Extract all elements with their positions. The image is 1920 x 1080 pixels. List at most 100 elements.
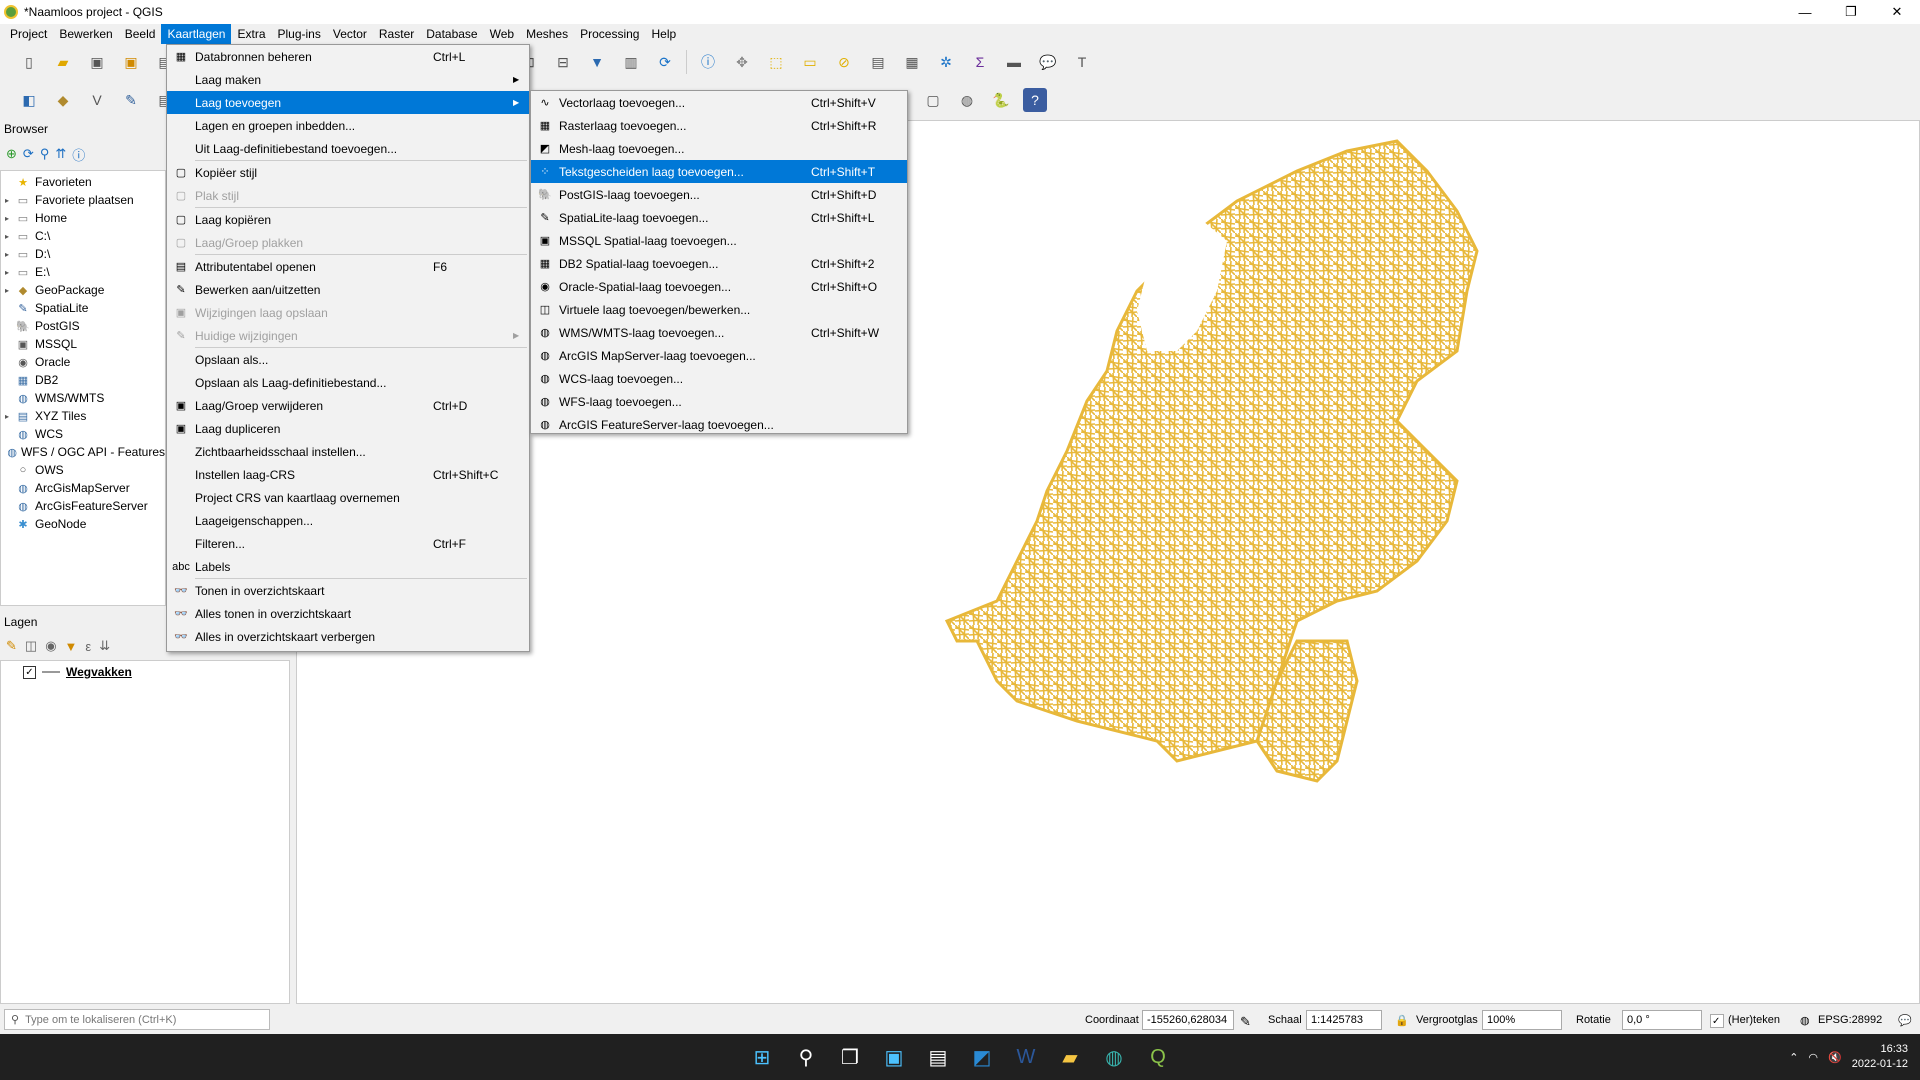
expand-arrow-icon[interactable]: ▸ (1, 412, 13, 421)
browser-item-e[interactable]: ▸ ▭ E:\ (1, 263, 165, 281)
menu-vector[interactable]: Vector (327, 24, 373, 44)
menu-item-virtuele-laag-toevoegen-bewerken[interactable]: ◫ Virtuele laag toevoegen/bewerken... (531, 298, 907, 321)
menu-item-laag-dupliceren[interactable]: ▣ Laag dupliceren (167, 417, 529, 440)
browser-item-geonode[interactable]: ✱ GeoNode (1, 515, 165, 533)
restore-button[interactable]: ❐ (1828, 0, 1874, 24)
expand-arrow-icon[interactable]: ▸ (1, 214, 13, 223)
messages-icon[interactable]: 💬 (1898, 1014, 1912, 1027)
zoom-layer-icon[interactable]: ⊟ (551, 50, 575, 74)
menu-item-wfs-laag-toevoegen[interactable]: ◍ WFS-laag toevoegen... (531, 390, 907, 413)
close-button[interactable]: ✕ (1874, 0, 1920, 24)
rotation-spinbox[interactable]: 0,0 ° (1622, 1010, 1702, 1030)
sum-icon[interactable]: Σ (968, 50, 992, 74)
browser-item-db2[interactable]: ▦ DB2 (1, 371, 165, 389)
wifi-icon[interactable]: ◠ (1808, 1051, 1818, 1064)
menu-bewerken[interactable]: Bewerken (53, 24, 118, 44)
browser-item-postgis[interactable]: 🐘 PostGIS (1, 317, 165, 335)
deselect-icon[interactable]: ⊘ (832, 50, 856, 74)
menu-item-project-crs-van-kaartlaag-overnemen[interactable]: Project CRS van kaartlaag overnemen (167, 486, 529, 509)
browser-item-geopackage[interactable]: ▸ ◆ GeoPackage (1, 281, 165, 299)
browser-item-xyz-tiles[interactable]: ▸ ▤ XYZ Tiles (1, 407, 165, 425)
menu-item-opslaan-als-laag-definitiebestand[interactable]: Opslaan als Laag-definitiebestand... (167, 371, 529, 394)
add-selected-icon[interactable]: ⊕ (6, 146, 17, 162)
toolbox-icon[interactable]: ✲ (934, 50, 958, 74)
menu-item-databronnen-beheren[interactable]: ▦ Databronnen beheren Ctrl+L (167, 45, 529, 68)
locator-search-input[interactable]: ⚲ Type om te lokaliseren (Ctrl+K) (4, 1009, 270, 1030)
filter-legend-icon[interactable]: ▼ (65, 639, 78, 654)
text-annotation-icon[interactable]: T (1070, 50, 1094, 74)
menu-help[interactable]: Help (645, 24, 682, 44)
file-explorer-icon[interactable]: ▰ (1052, 1039, 1088, 1075)
minimize-button[interactable]: — (1782, 0, 1828, 24)
browser-item-arcgismapserver[interactable]: ◍ ArcGisMapServer (1, 479, 165, 497)
menu-item-laag-groep-verwijderen[interactable]: ▣ Laag/Groep verwijderen Ctrl+D (167, 394, 529, 417)
menu-extra[interactable]: Extra (231, 24, 271, 44)
menu-item-spatialite-laag-toevoegen[interactable]: ✎ SpatiaLite-laag toevoegen... Ctrl+Shift+… (531, 206, 907, 229)
menu-web[interactable]: Web (484, 24, 520, 44)
menu-kaartlagen[interactable]: Kaartlagen (161, 24, 232, 44)
browser-item-wfs-ogc-api-features[interactable]: ◍ WFS / OGC API - Features (1, 443, 165, 461)
edge-icon[interactable]: ◍ (1096, 1039, 1132, 1075)
menu-item-tonen-in-overzichtskaart[interactable]: 👓 Tonen in overzichtskaart (167, 579, 529, 602)
outlook-icon[interactable]: ◩ (964, 1039, 1000, 1075)
browser-item-c[interactable]: ▸ ▭ C:\ (1, 227, 165, 245)
browser-item-spatialite[interactable]: ✎ SpatiaLite (1, 299, 165, 317)
menu-item-kopieer-stijl[interactable]: ▢ Kopiëer stijl (167, 161, 529, 184)
clock[interactable]: 16:33 2022-01-12 (1852, 1042, 1908, 1072)
menu-item-wcs-laag-toevoegen[interactable]: ◍ WCS-laag toevoegen... (531, 367, 907, 390)
browser-item-favorieten[interactable]: ★ Favorieten (1, 173, 165, 191)
search-icon[interactable]: ⚲ (788, 1039, 824, 1075)
expand-arrow-icon[interactable]: ▸ (1, 232, 13, 241)
new-geopackage-icon[interactable]: ◆ (51, 88, 75, 112)
layer-visibility-checkbox[interactable]: ✓ (23, 665, 36, 679)
browser-item-d[interactable]: ▸ ▭ D:\ (1, 245, 165, 263)
menu-item-arcgis-featureserver-laag-toevoegen[interactable]: ◍ ArcGIS FeatureServer-laag toevoegen... (531, 413, 907, 436)
measure-icon[interactable]: ▬ (1002, 50, 1026, 74)
extent-toggle-icon[interactable]: ✎ (1240, 1014, 1251, 1030)
overview-icon[interactable]: ◍ (955, 88, 979, 112)
select-by-value-icon[interactable]: ▭ (798, 50, 822, 74)
magnifier-spinbox[interactable]: 100% (1482, 1010, 1562, 1030)
crs-button[interactable]: EPSG:28992 (1818, 1014, 1882, 1026)
render-checkbox[interactable]: ✓ (1710, 1014, 1724, 1028)
expand-all-icon[interactable]: ⇊ (99, 638, 110, 654)
browser-item-oracle[interactable]: ◉ Oracle (1, 353, 165, 371)
menu-plug-ins[interactable]: Plug-ins (272, 24, 327, 44)
help-icon[interactable]: ? (1023, 88, 1047, 112)
expand-arrow-icon[interactable]: ▸ (1, 250, 13, 259)
task-view-icon[interactable]: ❐ (832, 1039, 868, 1075)
coordinate-field[interactable]: -155260,628034 (1142, 1010, 1234, 1030)
select-features-icon[interactable]: ⬚ (764, 50, 788, 74)
expand-arrow-icon[interactable]: ▸ (1, 196, 13, 205)
crs-globe-icon[interactable]: ◍ (1800, 1014, 1810, 1027)
new-project-icon[interactable]: ▯ (17, 50, 41, 74)
layer-item[interactable]: ✓ Wegvakken (23, 665, 132, 679)
qgis-taskbar-icon[interactable]: Q (1140, 1039, 1176, 1075)
filter-expression-icon[interactable]: ε (85, 639, 91, 654)
browser-item-mssql[interactable]: ▣ MSSQL (1, 335, 165, 353)
browser-item-arcgisfeatureserver[interactable]: ◍ ArcGisFeatureServer (1, 497, 165, 515)
identify-icon[interactable]: ⓘ (696, 50, 720, 74)
menu-item-tekstgescheiden-laag-toevoegen[interactable]: ⁘ Tekstgescheiden laag toevoegen... Ctrl+S… (531, 160, 907, 183)
menu-item-opslaan-als[interactable]: Opslaan als... (167, 348, 529, 371)
menu-item-arcgis-mapserver-laag-toevoegen[interactable]: ◍ ArcGIS MapServer-laag toevoegen... (531, 344, 907, 367)
lock-scale-icon[interactable]: 🔒 (1395, 1014, 1409, 1027)
menu-item-zichtbaarheidsschaal-instellen[interactable]: Zichtbaarheidsschaal instellen... (167, 440, 529, 463)
menu-item-filteren[interactable]: Filteren... Ctrl+F (167, 532, 529, 555)
menu-raster[interactable]: Raster (373, 24, 420, 44)
expand-arrow-icon[interactable]: ▸ (1, 268, 13, 277)
menu-item-laag-maken[interactable]: Laag maken ▶ (167, 68, 529, 91)
save-project-icon[interactable]: ▣ (85, 50, 109, 74)
menu-item-labels[interactable]: abc Labels (167, 555, 529, 578)
menu-item-vectorlaag-toevoegen[interactable]: ∿ Vectorlaag toevoegen... Ctrl+Shift+V (531, 91, 907, 114)
menu-item-bewerken-aan-uitzetten[interactable]: ✎ Bewerken aan/uitzetten (167, 278, 529, 301)
browser-item-favoriete-plaatsen[interactable]: ▸ ▭ Favoriete plaatsen (1, 191, 165, 209)
browser-item-wcs[interactable]: ◍ WCS (1, 425, 165, 443)
refresh-icon[interactable]: ⟳ (653, 50, 677, 74)
menu-project[interactable]: Project (4, 24, 53, 44)
start-icon[interactable]: ⊞ (744, 1039, 780, 1075)
browser-item-home[interactable]: ▸ ▭ Home (1, 209, 165, 227)
properties-icon[interactable]: ⓘ (72, 145, 85, 164)
collapse-all-icon[interactable]: ⇈ (55, 146, 66, 162)
widgets-icon[interactable]: ▣ (876, 1039, 912, 1075)
